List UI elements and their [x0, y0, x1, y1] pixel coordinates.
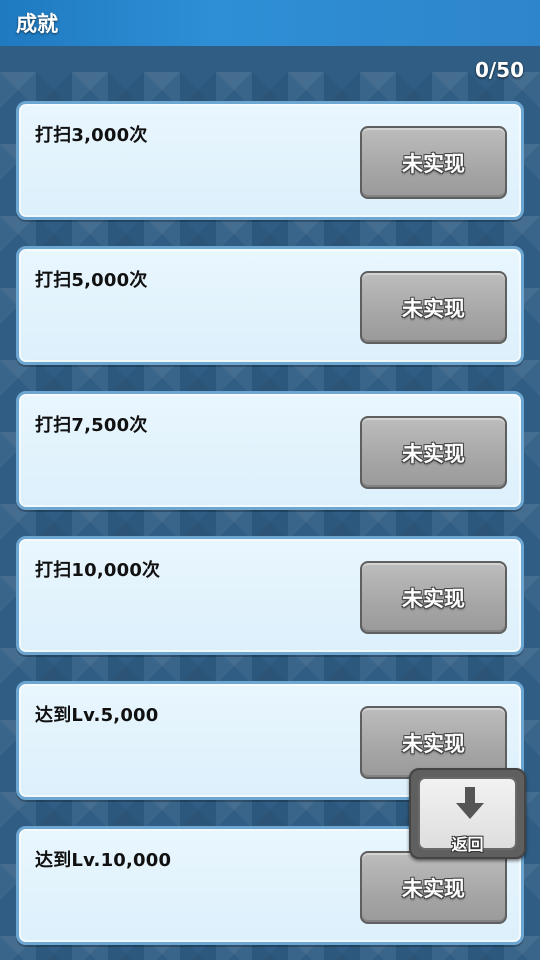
- achievement-status-text: 未实现: [402, 731, 465, 756]
- return-button-face[interactable]: 返回: [418, 777, 517, 854]
- achievement-label: 打扫3,000次: [35, 125, 148, 146]
- achievement-status-text: 未实现: [402, 151, 465, 176]
- achievement-card: 打扫5,000次 未实现: [16, 246, 524, 365]
- achievement-status-button[interactable]: 未实现: [360, 851, 507, 924]
- achievement-label: 打扫10,000次: [35, 560, 161, 581]
- return-label: 返回: [451, 835, 484, 854]
- header-bar: 成就: [0, 0, 540, 46]
- achievement-label: 打扫7,500次: [35, 415, 148, 436]
- achievement-status-button[interactable]: 未实现: [360, 126, 507, 199]
- down-arrow-icon: [456, 787, 484, 819]
- achievement-card: 打扫7,500次 未实现: [16, 391, 524, 510]
- achievement-label: 打扫5,000次: [35, 270, 148, 291]
- achievement-status-button[interactable]: 未实现: [360, 271, 507, 344]
- achievement-status-text: 未实现: [402, 586, 465, 611]
- return-button[interactable]: 返回: [409, 768, 526, 859]
- achievement-label: 达到Lv.5,000: [35, 705, 159, 726]
- achievement-label: 达到Lv.10,000: [35, 850, 172, 871]
- achievement-card: 打扫3,000次 未实现: [16, 101, 524, 220]
- achievement-progress-count: 0/50: [474, 58, 524, 82]
- achievement-card: 打扫10,000次 未实现: [16, 536, 524, 655]
- achievement-status-button[interactable]: 未实现: [360, 416, 507, 489]
- achievement-status-text: 未实现: [402, 876, 465, 901]
- achievement-status-button[interactable]: 未实现: [360, 561, 507, 634]
- achievement-status-text: 未实现: [402, 441, 465, 466]
- achievement-status-text: 未实现: [402, 296, 465, 321]
- page-title: 成就: [16, 12, 58, 36]
